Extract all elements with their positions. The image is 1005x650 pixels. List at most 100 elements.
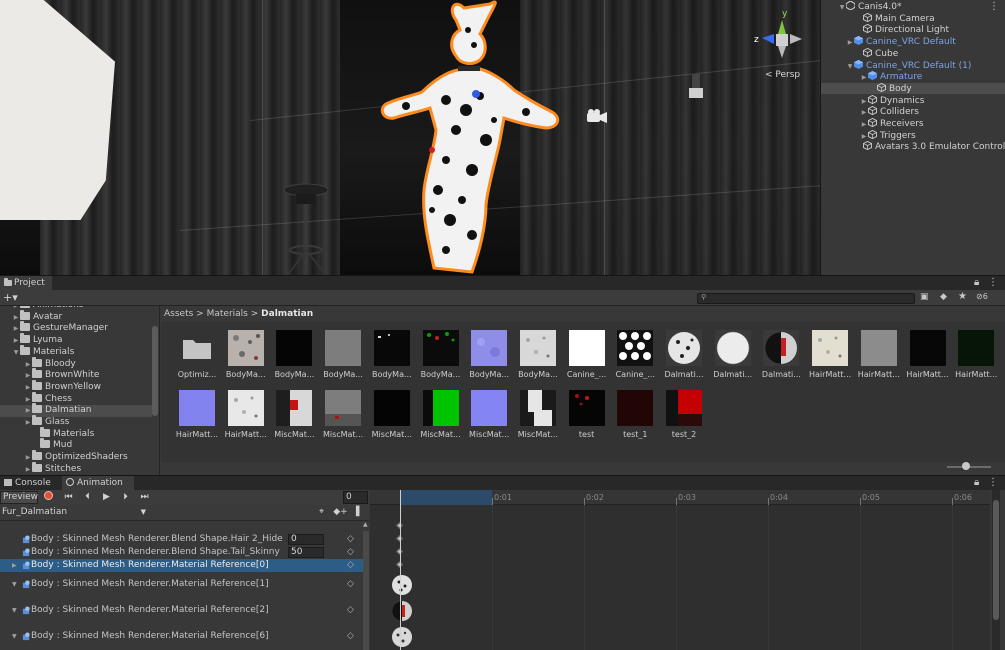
- folder-tree-item[interactable]: ▶ OptimizedShaders: [0, 450, 152, 464]
- asset-item[interactable]: BodyMa...: [319, 330, 365, 388]
- hierarchy-item[interactable]: ▶ Colliders: [821, 106, 1005, 117]
- folder-arrow-icon[interactable]: ▶: [12, 323, 20, 335]
- hierarchy-item[interactable]: ▼ Canis4.0*: [821, 1, 1005, 12]
- asset-item[interactable]: BodyMa...: [465, 330, 511, 388]
- breadcrumb-current[interactable]: Dalmatian: [261, 309, 313, 319]
- folder-arrow-icon[interactable]: ▶: [24, 464, 32, 476]
- asset-item[interactable]: HairMatt...: [952, 330, 998, 388]
- thumbnail-size-slider-knob[interactable]: [962, 462, 970, 470]
- asset-folder[interactable]: Optimiz...: [173, 330, 219, 388]
- folder-tree-item[interactable]: ▶ BrownWhite: [0, 368, 152, 382]
- asset-item[interactable]: MiscMat...: [514, 390, 560, 448]
- asset-item[interactable]: Dalmati...: [709, 330, 755, 388]
- folder-tree-item[interactable]: ▶ Dalmatian: [0, 403, 152, 417]
- property-arrow-icon[interactable]: ▼: [12, 604, 20, 617]
- lock-icon[interactable]: 🔒︎: [974, 477, 979, 488]
- timeline-scrollbar-thumb[interactable]: [993, 500, 999, 620]
- more-options-icon[interactable]: ⋮: [988, 277, 998, 288]
- hierarchy-item[interactable]: ▶ Dynamics: [821, 94, 1005, 107]
- project-search-input[interactable]: ⚲: [697, 293, 915, 304]
- breadcrumb-materials[interactable]: Materials: [207, 309, 248, 319]
- tab-animation[interactable]: Animation: [62, 476, 134, 490]
- asset-item[interactable]: Dalmati...: [757, 330, 803, 388]
- asset-item[interactable]: HairMatt...: [222, 390, 268, 448]
- tab-console[interactable]: Console: [0, 476, 62, 490]
- folder-arrow-icon[interactable]: ▶: [24, 452, 32, 464]
- collapse-arrow-icon[interactable]: ▶: [860, 119, 868, 130]
- add-event-icon[interactable]: ▌: [351, 506, 368, 519]
- hierarchy-item[interactable]: Main Camera: [821, 12, 1005, 24]
- key-toggle-icon[interactable]: ◇: [347, 546, 354, 559]
- add-keyframe-icon[interactable]: ◆+: [332, 506, 349, 519]
- folder-arrow-icon[interactable]: ▶: [24, 359, 32, 371]
- asset-item[interactable]: BodyMa...: [514, 330, 560, 388]
- folder-arrow-icon[interactable]: ▶: [24, 394, 32, 406]
- prev-keyframe-button[interactable]: ⏴: [79, 491, 96, 504]
- property-arrow-icon[interactable]: ▶: [12, 559, 20, 572]
- folder-tree-item[interactable]: ▶ BrownYellow: [0, 379, 152, 394]
- favorite-star-icon[interactable]: ★: [958, 291, 967, 302]
- collapse-arrow-icon[interactable]: ▶: [860, 96, 868, 107]
- key-toggle-icon[interactable]: ◇: [347, 604, 354, 617]
- lock-icon[interactable]: 🔒︎: [974, 277, 979, 288]
- asset-item[interactable]: HairMatt...: [904, 330, 950, 388]
- expand-arrow-icon[interactable]: ▼: [838, 2, 846, 13]
- hierarchy-item[interactable]: ▶ Canine_VRC Default: [821, 36, 1005, 47]
- frame-input[interactable]: 0: [343, 491, 368, 504]
- more-options-icon[interactable]: ⋮: [988, 477, 998, 488]
- folder-arrow-icon[interactable]: ▶: [24, 417, 32, 429]
- asset-item[interactable]: BodyMa...: [368, 330, 414, 388]
- play-button[interactable]: ▶: [98, 491, 115, 504]
- folder-tree-item[interactable]: ▼ Materials: [0, 344, 152, 359]
- collapse-arrow-icon[interactable]: ▶: [860, 131, 868, 142]
- scene-view[interactable]: y z < Persp: [0, 0, 820, 275]
- folder-tree-scrollbar[interactable]: [152, 326, 158, 416]
- hierarchy-item[interactable]: ▶ Triggers: [821, 129, 1005, 142]
- asset-item[interactable]: Canine_...: [563, 330, 609, 388]
- next-keyframe-button[interactable]: ⏵: [117, 491, 134, 504]
- folder-arrow-icon[interactable]: ▼: [12, 347, 20, 359]
- hierarchy-item[interactable]: Directional Light: [821, 24, 1005, 35]
- clip-dropdown[interactable]: Fur_Dalmatian ▼: [0, 506, 148, 519]
- animated-property-row[interactable]: ▼ Body : Skinned Mesh Renderer.Material R…: [0, 604, 369, 617]
- animated-property-row[interactable]: Body : Skinned Mesh Renderer.Blend Shape…: [0, 546, 369, 559]
- label-filter-icon[interactable]: ◆: [940, 292, 947, 302]
- folder-tree-item[interactable]: ▶ Chess: [0, 391, 152, 406]
- folder-tree-item[interactable]: ▶ Bloody: [0, 356, 152, 371]
- asset-item[interactable]: BodyMa...: [270, 330, 316, 388]
- material-keyframe-thumbnail[interactable]: [391, 574, 413, 596]
- asset-item[interactable]: BodyMa...: [417, 330, 463, 388]
- asset-item[interactable]: MiscMat...: [465, 390, 511, 448]
- folder-tree-item[interactable]: ▶ Stitches: [0, 461, 152, 476]
- folder-arrow-icon[interactable]: ▶: [24, 382, 32, 394]
- dalmatian-avatar-model[interactable]: [376, 0, 566, 275]
- animated-property-row[interactable]: ▼ Body : Skinned Mesh Renderer.Material R…: [0, 630, 369, 643]
- hierarchy-item[interactable]: ▶ Receivers: [821, 118, 1005, 129]
- folder-arrow-icon[interactable]: ▶: [12, 335, 20, 347]
- collapse-arrow-icon[interactable]: ▶: [860, 72, 868, 83]
- folder-tree-item[interactable]: Materials: [0, 426, 152, 441]
- scroll-up-icon[interactable]: ▲: [363, 521, 369, 529]
- property-list-scrollbar[interactable]: [363, 531, 369, 650]
- orientation-gizmo-icon[interactable]: y z: [746, 8, 816, 78]
- hidden-packages-icon[interactable]: ⊘6: [976, 292, 988, 301]
- asset-item[interactable]: test: [563, 390, 609, 448]
- folder-tree-item[interactable]: Mud: [0, 438, 152, 452]
- property-value-input[interactable]: 0: [288, 534, 324, 545]
- filter-by-selection-icon[interactable]: ⌖: [313, 506, 330, 519]
- asset-item[interactable]: MiscMat...: [319, 390, 365, 448]
- asset-item[interactable]: test_1: [611, 390, 657, 448]
- collapse-arrow-icon[interactable]: ▶: [846, 37, 854, 48]
- asset-item[interactable]: MiscMat...: [368, 390, 414, 448]
- asset-item[interactable]: MiscMat...: [417, 390, 463, 448]
- folder-tree-item[interactable]: ▶ Glass: [0, 415, 152, 429]
- hierarchy-item[interactable]: Avatars 3.0 Emulator Control: [821, 141, 1005, 152]
- property-arrow-icon[interactable]: ▼: [12, 630, 20, 643]
- collapse-arrow-icon[interactable]: ▶: [860, 107, 868, 118]
- animated-property-row[interactable]: Body : Skinned Mesh Renderer.Blend Shape…: [0, 533, 369, 546]
- asset-item[interactable]: HairMatt...: [855, 330, 901, 388]
- create-button[interactable]: +▾: [3, 291, 18, 304]
- key-toggle-icon[interactable]: ◇: [347, 578, 354, 591]
- asset-filter-icon[interactable]: ▣: [920, 292, 929, 302]
- key-toggle-icon[interactable]: ◇: [347, 559, 354, 572]
